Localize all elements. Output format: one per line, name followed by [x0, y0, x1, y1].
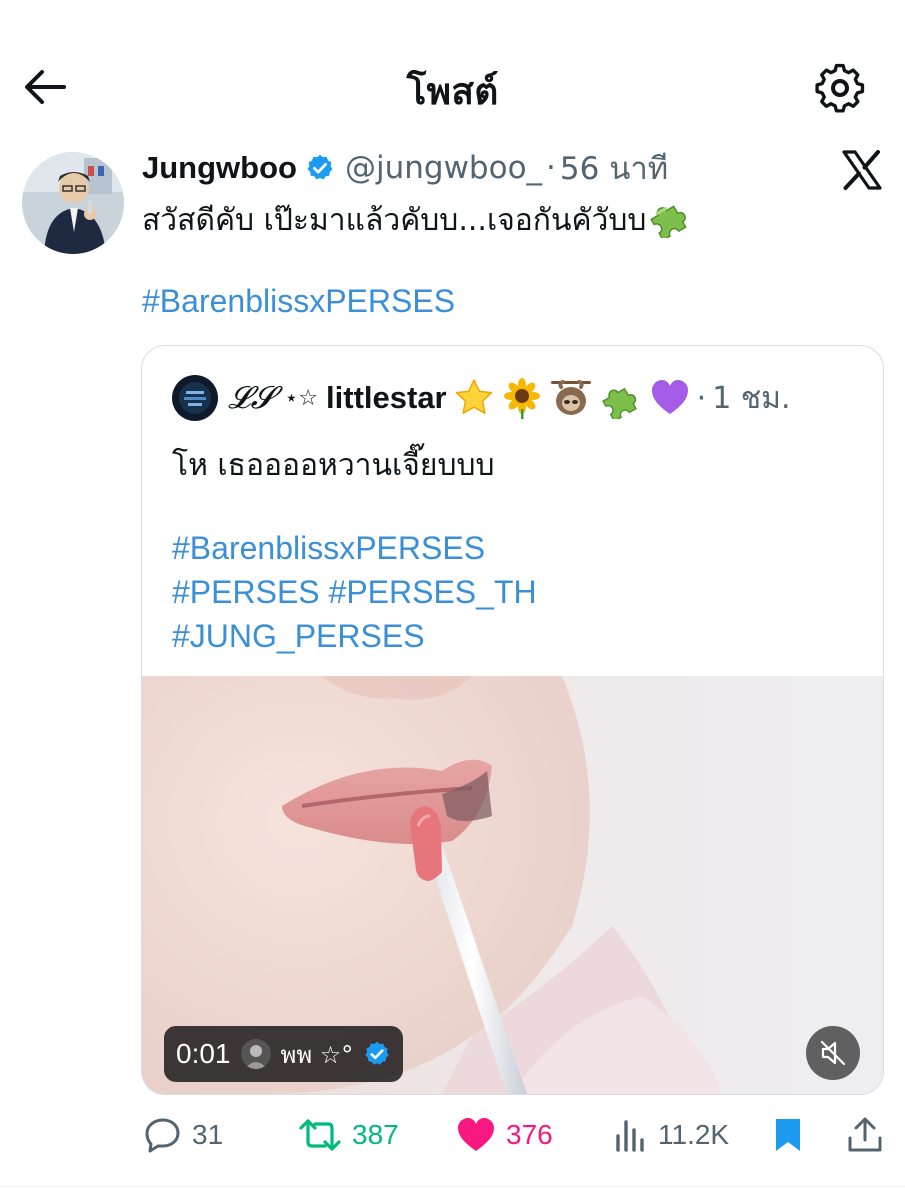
reply-button[interactable]: 31: [144, 1108, 223, 1162]
puzzle-piece-icon: [601, 387, 637, 419]
like-count: 376: [506, 1119, 553, 1150]
repost-count: 387: [352, 1119, 399, 1150]
author-handle[interactable]: @jungwboo_: [345, 150, 542, 186]
reply-count: 31: [192, 1119, 224, 1150]
post-timestamp[interactable]: 56 นาที: [560, 143, 668, 193]
quoted-name-prefix: 𝓛𝓢: [228, 379, 275, 416]
quoted-hashtag-line[interactable]: #PERSES #PERSES_TH: [172, 570, 537, 614]
sloth-icon: [550, 380, 591, 415]
quoted-name-text: littlestar: [326, 380, 447, 415]
video-info-pill: 0:01 พพ ☆°: [164, 1026, 404, 1082]
like-icon: [458, 1118, 494, 1151]
views-button[interactable]: 11.2K: [614, 1108, 729, 1162]
bookmark-icon: [776, 1119, 800, 1151]
author-avatar[interactable]: [22, 152, 124, 254]
settings-gear-icon: [815, 63, 865, 113]
views-icon: [616, 1120, 644, 1152]
quoted-hashtag-line[interactable]: #JUNG_PERSES: [172, 614, 537, 658]
quoted-timestamp[interactable]: 1 ชม.: [712, 375, 790, 422]
purple-heart-icon: [651, 380, 688, 414]
name-emoji-row: [453, 377, 691, 419]
star-icon: [455, 379, 492, 414]
verified-badge-icon: [305, 153, 335, 183]
like-button[interactable]: 376: [456, 1108, 553, 1162]
share-icon: [848, 1117, 882, 1152]
post-hashtag-link[interactable]: #BarenblissxPERSES: [142, 283, 455, 320]
post-header: Jungwboo @jungwboo_ · 56 นาที: [142, 146, 668, 190]
post-text: สวัสดีคับ เป๊ะมาแล้วคับบ...เจอกันคัวับบ: [142, 202, 647, 238]
bookmark-button[interactable]: [772, 1108, 804, 1162]
post-body: สวัสดีคับ เป๊ะมาแล้วคับบ...เจอกันคัวับบ: [142, 194, 692, 246]
divider: [0, 1186, 905, 1187]
quoted-author-name[interactable]: 𝓛𝓢 ⋆☆ littlestar: [228, 380, 447, 417]
reply-icon: [145, 1118, 180, 1153]
sunflower-icon: [503, 378, 540, 419]
x-logo-icon[interactable]: [840, 148, 884, 192]
top-bar: โพสต์: [0, 0, 905, 150]
quoted-name-stars: ⋆☆: [284, 385, 319, 411]
quoted-separator-dot: ·: [696, 380, 707, 416]
quoted-hashtags: #BarenblissxPERSES #PERSES #PERSES_TH #J…: [172, 526, 537, 658]
author-name[interactable]: Jungwboo: [142, 150, 297, 186]
verified-badge-icon: [365, 1041, 389, 1065]
repost-button[interactable]: 387: [298, 1108, 399, 1162]
page-title: โพสต์: [406, 70, 499, 113]
quoted-hashtag-line[interactable]: #BarenblissxPERSES: [172, 526, 537, 570]
video-player[interactable]: 0:01 พพ ☆°: [142, 676, 883, 1094]
repost-icon: [299, 1119, 341, 1151]
video-timestamp: 0:01: [176, 1038, 231, 1069]
quoted-post-text: โห เธออออหวานเจี๊ยบบบ: [172, 448, 495, 483]
mute-button[interactable]: [806, 1026, 860, 1080]
share-button[interactable]: [846, 1108, 884, 1162]
quoted-post-header: 𝓛𝓢 ⋆☆ littlestar · 1 ชม.: [172, 374, 790, 422]
separator-dot: ·: [546, 150, 556, 186]
uploader-avatar: [240, 1039, 271, 1069]
uploader-name: พพ ☆°: [280, 1040, 354, 1069]
puzzle-piece-icon: [648, 194, 692, 246]
action-bar: 31 387 376 11.2K: [0, 1108, 905, 1162]
settings-button[interactable]: [812, 60, 868, 116]
views-count: 11.2K: [658, 1119, 730, 1150]
mute-icon: [820, 1040, 846, 1066]
quoted-author-avatar[interactable]: [172, 375, 218, 421]
quoted-post-card[interactable]: 𝓛𝓢 ⋆☆ littlestar · 1 ชม. โห เธออออหวานเจ…: [141, 345, 884, 1095]
